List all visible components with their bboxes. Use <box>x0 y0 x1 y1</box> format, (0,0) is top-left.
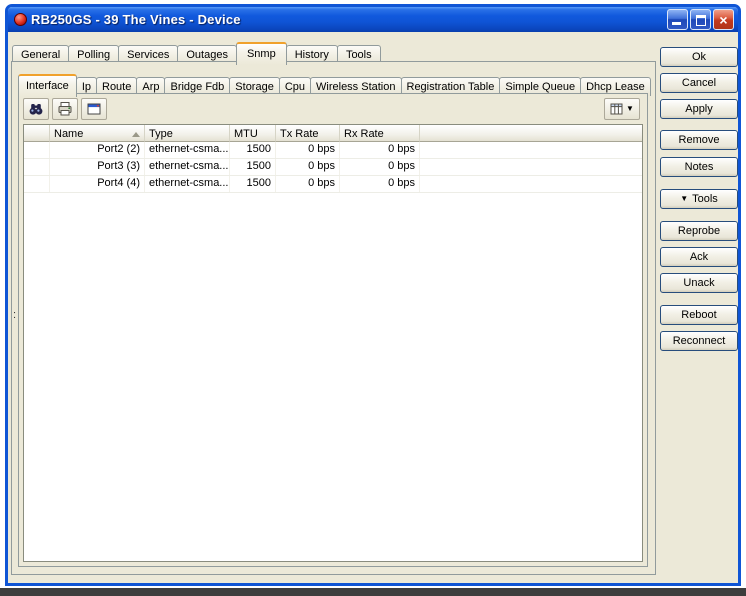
cell-rx-rate: 0 bps <box>340 159 420 175</box>
maximize-button[interactable] <box>690 9 711 30</box>
print-button[interactable] <box>52 98 78 120</box>
ack-button[interactable]: Ack <box>660 247 738 267</box>
header-name[interactable]: Name <box>50 125 145 142</box>
print-icon <box>58 102 72 116</box>
interface-pane: ▼ Name Type MTU Tx Rate Rx Rate Port2 (2… <box>18 93 648 567</box>
row-icon-cell <box>24 176 50 192</box>
device-icon <box>14 13 27 26</box>
minimize-button[interactable] <box>667 9 688 30</box>
panel-button[interactable] <box>81 98 107 120</box>
table-row[interactable]: Port3 (3) ethernet-csma... 1500 0 bps 0 … <box>24 159 642 176</box>
tab-interface[interactable]: Interface <box>18 74 77 97</box>
interface-toolbar: ▼ <box>23 97 643 121</box>
background-strip <box>0 588 746 596</box>
window-body: General Polling Services Outages Snmp Hi… <box>8 32 738 586</box>
find-icon <box>29 104 43 115</box>
table-row[interactable]: Port2 (2) ethernet-csma... 1500 0 bps 0 … <box>24 142 642 159</box>
remove-button[interactable]: Remove <box>660 130 738 150</box>
cell-tx-rate: 0 bps <box>276 159 340 175</box>
header-rx-rate[interactable]: Rx Rate <box>340 125 420 142</box>
interface-list: Name Type MTU Tx Rate Rx Rate Port2 (2) … <box>23 124 643 562</box>
titlebar[interactable]: RB250GS - 39 The Vines - Device × <box>8 7 738 32</box>
reboot-button[interactable]: Reboot <box>660 305 738 325</box>
row-icon-cell <box>24 142 50 158</box>
chevron-down-icon: ▼ <box>626 104 634 113</box>
cell-mtu: 1500 <box>230 176 276 192</box>
tools-button-label: Tools <box>692 193 718 205</box>
panel-icon <box>87 103 101 115</box>
cell-filler <box>420 176 642 192</box>
cell-rx-rate: 0 bps <box>340 176 420 192</box>
chevron-down-icon: ▼ <box>680 194 689 203</box>
ok-button[interactable]: Ok <box>660 47 738 67</box>
tab-snmp[interactable]: Snmp <box>235 42 287 65</box>
cancel-button[interactable]: Cancel <box>660 73 738 93</box>
cell-type: ethernet-csma... <box>145 159 230 175</box>
cell-tx-rate: 0 bps <box>276 142 340 158</box>
close-icon: × <box>719 11 728 28</box>
columns-icon <box>610 103 623 115</box>
cell-type: ethernet-csma... <box>145 142 230 158</box>
cell-name: Port3 (3) <box>50 159 145 175</box>
window-controls: × <box>667 9 734 30</box>
window-title: RB250GS - 39 The Vines - Device <box>31 12 241 27</box>
device-window: RB250GS - 39 The Vines - Device × Genera… <box>5 4 741 586</box>
header-filler <box>420 125 642 142</box>
sort-asc-icon <box>132 131 140 137</box>
cell-rx-rate: 0 bps <box>340 142 420 158</box>
reprobe-button[interactable]: Reprobe <box>660 221 738 241</box>
header-blank[interactable] <box>24 125 50 142</box>
stray-colon: : <box>13 309 17 321</box>
minimize-icon <box>672 22 681 25</box>
header-mtu[interactable]: MTU <box>230 125 276 142</box>
apply-button[interactable]: Apply <box>660 99 738 119</box>
reconnect-button[interactable]: Reconnect <box>660 331 738 351</box>
columns-dropdown-button[interactable]: ▼ <box>604 98 640 120</box>
header-name-label: Name <box>54 128 84 140</box>
cell-tx-rate: 0 bps <box>276 176 340 192</box>
table-row[interactable]: Port4 (4) ethernet-csma... 1500 0 bps 0 … <box>24 176 642 193</box>
header-type[interactable]: Type <box>145 125 230 142</box>
cell-mtu: 1500 <box>230 142 276 158</box>
close-button[interactable]: × <box>713 9 734 30</box>
cell-filler <box>420 142 642 158</box>
maximize-icon <box>696 15 706 26</box>
list-header-row: Name Type MTU Tx Rate Rx Rate <box>24 125 642 142</box>
cell-name: Port2 (2) <box>50 142 145 158</box>
cell-type: ethernet-csma... <box>145 176 230 192</box>
cell-mtu: 1500 <box>230 159 276 175</box>
row-icon-cell <box>24 159 50 175</box>
find-button[interactable] <box>23 98 49 120</box>
header-tx-rate[interactable]: Tx Rate <box>276 125 340 142</box>
notes-button[interactable]: Notes <box>660 157 738 177</box>
snmp-tab-page: Interface Ip Route Arp Bridge Fdb Storag… <box>11 61 656 575</box>
tools-button[interactable]: ▼ Tools <box>660 189 738 209</box>
cell-filler <box>420 159 642 175</box>
unack-button[interactable]: Unack <box>660 273 738 293</box>
cell-name: Port4 (4) <box>50 176 145 192</box>
